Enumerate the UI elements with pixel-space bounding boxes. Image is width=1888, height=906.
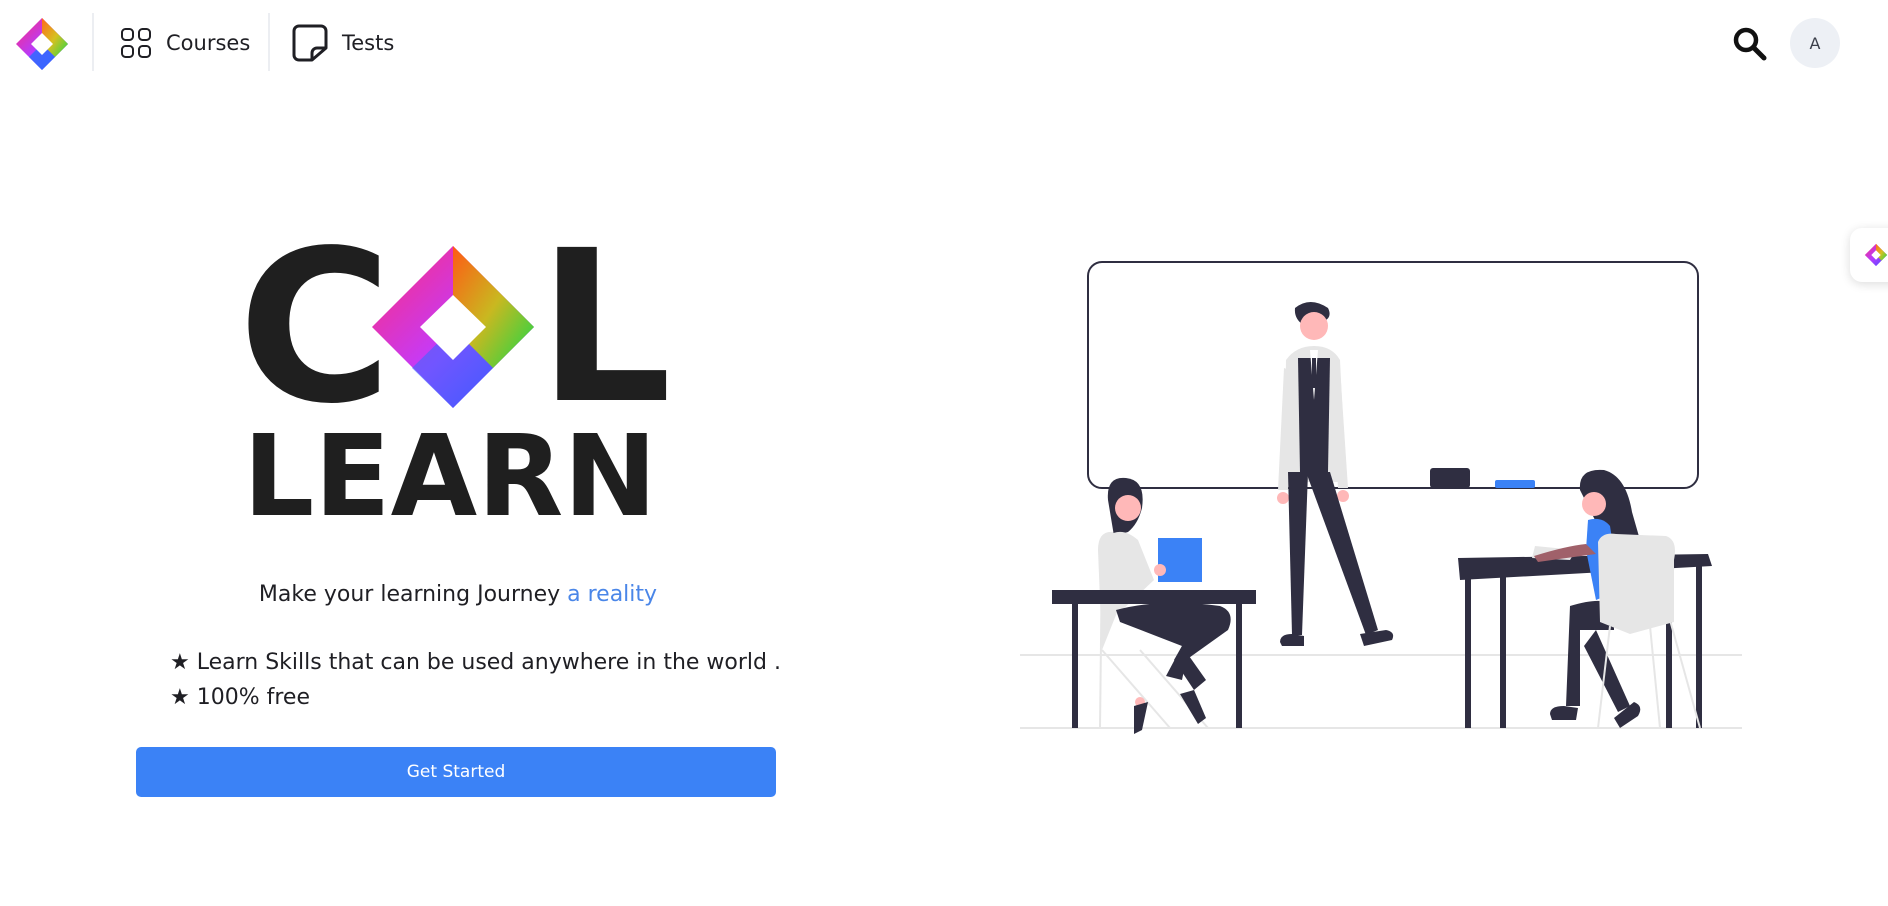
search-icon[interactable] <box>1732 26 1768 62</box>
logo-word-learn: LEARN <box>243 412 657 530</box>
nav-divider <box>268 13 270 71</box>
feature-item: ★ 100% free <box>170 685 310 710</box>
get-started-label: Get Started <box>406 762 506 782</box>
logo-diamond <box>372 246 534 408</box>
right-student-illustration <box>1458 469 1712 729</box>
avatar-initial: A <box>1809 33 1821 53</box>
tagline-accent: a reality <box>567 582 658 607</box>
get-started-button[interactable]: Get Started <box>136 747 776 797</box>
nav-item-courses[interactable]: Courses <box>120 22 250 64</box>
brand-wordmark: C L LEARN <box>238 240 668 530</box>
classroom-illustration <box>1020 261 1742 734</box>
app-logo[interactable] <box>14 16 70 72</box>
nav-label-courses: Courses <box>166 31 251 55</box>
floating-side-tab[interactable] <box>1850 228 1888 282</box>
top-navbar: Courses Tests A <box>0 0 1888 86</box>
nav-divider <box>92 13 94 71</box>
sticky-note-icon <box>292 24 328 62</box>
left-student-illustration <box>1052 477 1256 734</box>
nav-item-tests[interactable]: Tests <box>292 22 394 64</box>
grid-icon <box>121 28 151 58</box>
nav-label-tests: Tests <box>342 31 395 55</box>
feature-item: ★ Learn Skills that can be used anywhere… <box>170 650 781 675</box>
tagline-text: Make your learning Journey <box>258 582 568 607</box>
hero-tagline: Make your learning Journey a reality <box>0 582 916 607</box>
user-avatar[interactable]: A <box>1790 18 1840 68</box>
whiteboard-illustration <box>1087 261 1699 489</box>
feature-list: ★ Learn Skills that can be used anywhere… <box>170 645 810 715</box>
app-logo-small-icon <box>1864 243 1888 267</box>
